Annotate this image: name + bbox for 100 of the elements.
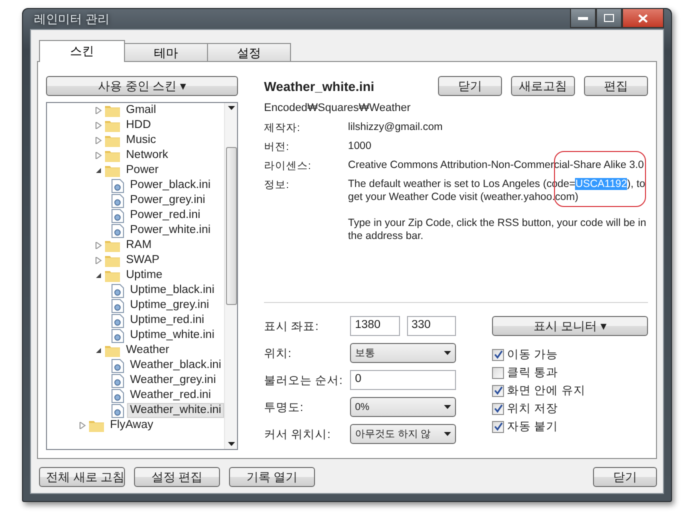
maximize-icon: [604, 14, 614, 22]
field-label: 버전:: [264, 140, 290, 154]
tree-item[interactable]: Music: [123, 133, 160, 148]
tree-item[interactable]: Gmail: [123, 103, 160, 118]
tree-item[interactable]: Uptime_white.ini: [127, 328, 218, 343]
close-dialog-button[interactable]: 닫기: [593, 467, 657, 487]
settings-file-icon: [111, 328, 124, 342]
monitor-button[interactable]: 표시 모니터 ▾: [492, 316, 648, 336]
active-skins-button[interactable]: 사용 중인 스킨 ▾: [46, 76, 238, 96]
skin-path: Encoded₩Squares₩Weather: [264, 102, 412, 114]
field-label: 위치:: [264, 346, 292, 360]
field-label: 커서 위치시:: [264, 428, 332, 442]
tab[interactable]: 설정: [207, 43, 291, 62]
checkbox-label: 이동 가능: [507, 348, 558, 362]
footer-button[interactable]: 전체 새로 고침: [39, 467, 125, 487]
field-value: 1000: [348, 140, 372, 154]
checkbox[interactable]: [492, 384, 504, 396]
tree-item[interactable]: Weather_black.ini: [127, 358, 224, 373]
collapsed-arrow-icon[interactable]: [95, 152, 102, 159]
folder-icon: [105, 119, 120, 132]
tree-item[interactable]: RAM: [123, 238, 155, 253]
settings-file-icon: [111, 388, 124, 402]
tree-item[interactable]: HDD: [123, 118, 154, 133]
tree-item[interactable]: Weather_white.ini: [127, 403, 224, 418]
field-label: 투명도:: [264, 400, 304, 414]
checkbox-label: 자동 붙기: [507, 420, 558, 434]
tree-item[interactable]: Power_red.ini: [127, 208, 204, 223]
folder-icon: [105, 164, 120, 177]
tree-item[interactable]: Uptime: [123, 268, 166, 283]
minimize-icon: [578, 16, 588, 20]
dropdown[interactable]: 아무것도 하지 않: [350, 424, 456, 444]
checkbox-label: 위치 저장: [507, 402, 558, 416]
tree-item[interactable]: Power_white.ini: [127, 223, 214, 238]
settings-file-icon: [111, 314, 124, 328]
expanded-arrow-icon[interactable]: [95, 347, 102, 354]
tree-item[interactable]: Weather_red.ini: [127, 388, 214, 403]
close-icon: [638, 14, 648, 22]
action-button[interactable]: 새로고침: [511, 76, 575, 96]
field-label: 제작자:: [264, 121, 301, 135]
tree-item[interactable]: Power: [123, 163, 162, 178]
checkbox[interactable]: [492, 366, 504, 378]
folder-icon: [105, 149, 120, 162]
tree-item[interactable]: Uptime_red.ini: [127, 313, 208, 328]
tab[interactable]: 테마: [124, 43, 208, 62]
tree-item[interactable]: Uptime_grey.ini: [127, 298, 212, 313]
folder-icon: [105, 254, 120, 267]
tree-item[interactable]: Power_grey.ini: [127, 193, 208, 208]
collapsed-arrow-icon[interactable]: [95, 257, 102, 264]
field-label: 불러오는 순서:: [264, 374, 344, 388]
expanded-arrow-icon[interactable]: [95, 272, 102, 279]
caret-icon: [228, 442, 235, 446]
dropdown[interactable]: 0%: [350, 397, 456, 417]
checkbox[interactable]: [492, 402, 504, 414]
collapsed-arrow-icon[interactable]: [95, 122, 102, 129]
collapsed-arrow-icon[interactable]: [79, 422, 86, 429]
minimize-button[interactable]: [570, 9, 596, 28]
settings-file-icon: [111, 224, 124, 238]
field-label: 정보:: [264, 178, 290, 193]
tree-item[interactable]: Weather_grey.ini: [127, 373, 219, 388]
tree-item[interactable]: Uptime_black.ini: [127, 283, 218, 298]
footer-button[interactable]: 기록 열기: [229, 467, 315, 487]
footer-button[interactable]: 설정 편집: [134, 467, 220, 487]
collapsed-arrow-icon[interactable]: [95, 242, 102, 249]
tree-item[interactable]: FlyAway: [107, 418, 156, 433]
input-field[interactable]: 0: [350, 370, 456, 390]
folder-icon: [105, 344, 120, 357]
tree-item[interactable]: SWAP: [123, 253, 162, 268]
tree-item[interactable]: Weather: [123, 343, 172, 358]
settings-file-icon: [111, 194, 124, 208]
caret-icon: [228, 106, 235, 110]
collapsed-arrow-icon[interactable]: [95, 137, 102, 144]
caret-icon: [444, 405, 451, 409]
field-label: 라이센스:: [264, 159, 312, 173]
caret-icon: [444, 432, 451, 436]
settings-file-icon: [111, 178, 124, 192]
info-text: Type in your Zip Code, click the RSS button, your code will be in the address bar.: [348, 217, 648, 243]
dropdown[interactable]: 보통: [350, 343, 456, 363]
expanded-arrow-icon[interactable]: [95, 167, 102, 174]
collapsed-arrow-icon[interactable]: [95, 107, 102, 114]
folder-icon: [105, 269, 120, 282]
settings-file-icon: [111, 374, 124, 388]
tree-item[interactable]: Network: [123, 148, 172, 163]
window-title: 레인미터 관리: [33, 10, 110, 28]
close-button[interactable]: [622, 9, 664, 28]
input-field[interactable]: 1380: [350, 316, 400, 336]
tab[interactable]: 스킨: [39, 40, 125, 62]
action-button[interactable]: 닫기: [438, 76, 502, 96]
skin-title: Weather_white.ini: [264, 78, 376, 94]
action-button[interactable]: 편집: [584, 76, 648, 96]
input-field[interactable]: 330: [406, 316, 456, 336]
settings-file-icon: [111, 284, 124, 298]
scrollbar[interactable]: [224, 103, 237, 449]
checkbox[interactable]: [492, 420, 504, 432]
maximize-button[interactable]: [596, 9, 622, 28]
settings-file-icon: [111, 358, 124, 372]
settings-file-icon: [111, 404, 124, 418]
folder-icon: [105, 104, 120, 117]
checkbox[interactable]: [492, 348, 504, 360]
caret-icon: [444, 351, 451, 355]
tree-item[interactable]: Power_black.ini: [127, 178, 214, 193]
